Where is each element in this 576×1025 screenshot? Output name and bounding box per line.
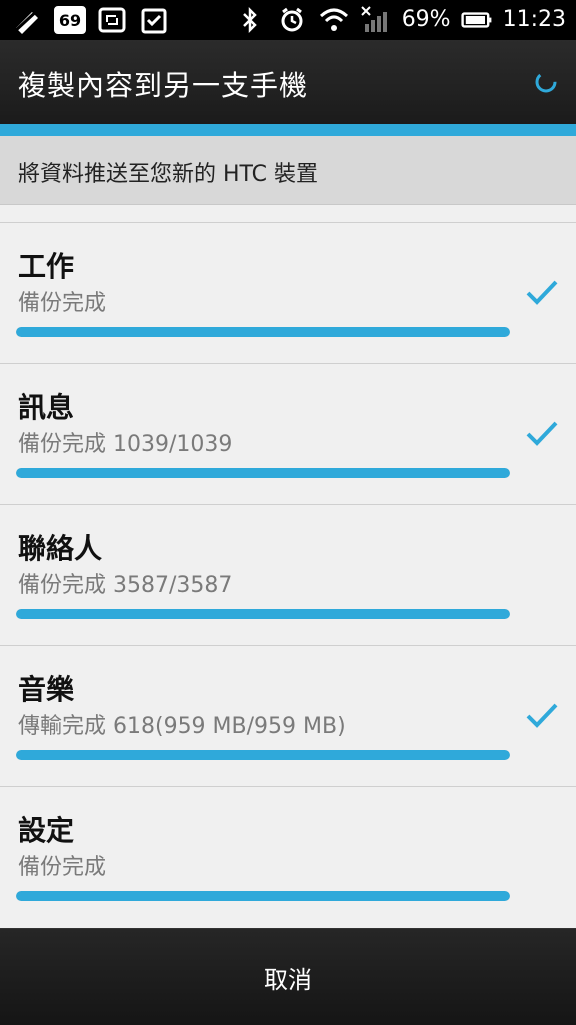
app-titlebar: 複製內容到另一支手機 xyxy=(0,40,576,124)
list-item[interactable]: 聯絡人 備份完成 3587/3587 xyxy=(0,504,576,645)
progress-fill xyxy=(16,609,510,619)
pen-off-icon xyxy=(12,6,44,34)
battery-icon xyxy=(460,6,493,34)
list-item[interactable]: 設定 備份完成 xyxy=(0,786,576,927)
item-status: 備份完成 xyxy=(18,855,107,880)
bottom-action-bar: 取消 xyxy=(0,928,576,1025)
status-bar: 69 69% 11:23 xyxy=(0,0,576,40)
sync-icon xyxy=(96,6,128,34)
list-item[interactable]: 訊息 備份完成 1039/1039 xyxy=(0,363,576,504)
progress-fill xyxy=(16,891,510,901)
checkmark-icon xyxy=(526,702,558,730)
list-item[interactable]: 音樂 傳輸完成 618(959 MB/959 MB) xyxy=(0,645,576,786)
alarm-icon xyxy=(276,6,308,34)
checkmark-icon xyxy=(526,420,558,448)
progress-bar xyxy=(16,327,510,337)
no-signal-icon xyxy=(360,6,392,34)
item-status: 備份完成 1039/1039 xyxy=(18,432,233,457)
calendar-69-icon: 69 xyxy=(54,6,86,34)
item-status: 備份完成 3587/3587 xyxy=(18,573,233,598)
progress-bar xyxy=(16,891,510,901)
wifi-icon xyxy=(318,6,350,34)
item-name: 工作 xyxy=(18,250,75,283)
loading-spinner-icon xyxy=(534,70,558,94)
progress-bar xyxy=(16,609,510,619)
item-name: 設定 xyxy=(18,814,75,847)
progress-fill xyxy=(16,327,510,337)
page-title: 複製內容到另一支手機 xyxy=(18,69,309,102)
calendar-badge-text: 69 xyxy=(58,10,82,30)
list-item[interactable]: 工作 備份完成 xyxy=(0,222,576,363)
progress-fill xyxy=(16,468,510,478)
clipboard-check-icon xyxy=(138,6,170,34)
item-name: 訊息 xyxy=(18,391,75,424)
clock-time: 11:23 xyxy=(502,7,566,32)
item-status: 備份完成 xyxy=(18,291,107,316)
subheader: 將資料推送至您新的 HTC 裝置 xyxy=(0,136,576,205)
item-status: 傳輸完成 618(959 MB/959 MB) xyxy=(18,714,346,739)
status-left-icons: 69 xyxy=(12,6,170,34)
battery-percent: 69% xyxy=(401,7,451,32)
checkmark-icon xyxy=(526,279,558,307)
item-name: 音樂 xyxy=(18,673,75,706)
status-right-icons: 69% 11:23 xyxy=(234,6,566,34)
progress-fill xyxy=(16,750,510,760)
backup-item-list: 工作 備份完成 訊息 備份完成 1039/1039 聯絡人 備份完成 3587/… xyxy=(0,222,576,927)
cancel-button[interactable]: 取消 xyxy=(0,929,576,1025)
progress-bar xyxy=(16,468,510,478)
bluetooth-icon xyxy=(234,6,266,34)
accent-divider xyxy=(0,124,576,136)
progress-bar xyxy=(16,750,510,760)
subheader-text: 將資料推送至您新的 HTC 裝置 xyxy=(18,162,319,187)
item-name: 聯絡人 xyxy=(18,532,103,565)
